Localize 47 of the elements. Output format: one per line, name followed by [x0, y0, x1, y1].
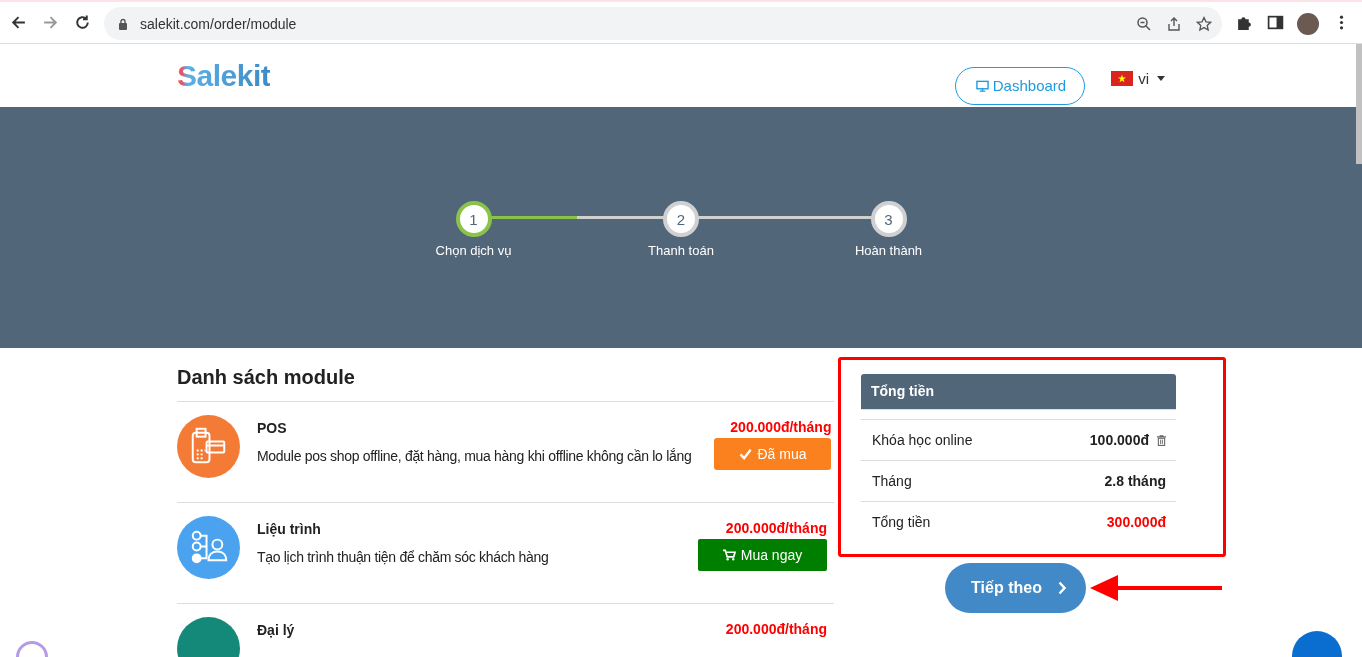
summary-label: Tháng [872, 473, 912, 489]
step-number: 1 [455, 201, 492, 237]
url-text: salekit.com/order/module [140, 15, 297, 32]
check-icon [739, 448, 753, 460]
summary-label: Tổng tiền [872, 514, 931, 530]
purchased-button[interactable]: Đã mua [714, 438, 832, 470]
step-number: 3 [870, 201, 907, 237]
module-price: 200.000đ/tháng [725, 520, 827, 536]
monitor-icon [975, 79, 989, 92]
forward-icon[interactable] [42, 14, 59, 31]
lock-icon [118, 17, 128, 30]
module-price: 200.000đ/tháng [725, 621, 827, 637]
scrollbar[interactable] [1356, 44, 1362, 164]
address-bar[interactable]: salekit.com/order/module [104, 7, 1222, 40]
language-selector[interactable]: vi [1111, 70, 1165, 87]
module-name: Liệu trình [257, 521, 322, 537]
step-label: Chọn dịch vụ [435, 243, 512, 258]
zoom-icon[interactable] [1136, 15, 1152, 32]
step-number: 2 [663, 201, 699, 237]
trash-icon[interactable] [1157, 434, 1166, 446]
summary-value: 300.000đ [1106, 514, 1166, 530]
step-label: Thanh toán [648, 243, 714, 258]
dashboard-button[interactable]: Dashboard [954, 66, 1086, 105]
summary-value: 100.000đ [1089, 432, 1149, 448]
step-label: Hoàn thành [854, 243, 923, 258]
module-description: Module pos shop offline, đặt hàng, mua hàng khi offline không cần lo lắng [257, 448, 692, 464]
chevron-icon [1057, 581, 1066, 595]
share-icon[interactable] [1166, 15, 1182, 32]
back-icon[interactable] [10, 14, 27, 31]
flag-icon [1111, 71, 1134, 86]
puzzle-icon[interactable] [1236, 14, 1253, 31]
summary-label: Khóa học online [872, 432, 973, 448]
next-button[interactable]: Tiếp theo [945, 563, 1086, 613]
sidebar-icon[interactable] [1267, 14, 1284, 31]
module-description: Tạo lịch trình thuận tiện để chăm sóc khách hàng [257, 549, 550, 565]
module-name: POS [257, 420, 288, 436]
caret-icon [1157, 76, 1165, 81]
summary-header: Tổng tiền [861, 374, 1176, 410]
cart-icon [722, 549, 736, 561]
module-name: Đại lý [257, 622, 296, 638]
reload-icon[interactable] [74, 14, 91, 31]
star-icon[interactable] [1196, 15, 1212, 32]
avatar-icon[interactable] [1297, 13, 1319, 35]
section-title: Danh sách module [177, 366, 834, 402]
summary-value: 2.8 tháng [1104, 473, 1166, 489]
module-price: 200.000đ/tháng [730, 419, 832, 435]
buy-now-button[interactable]: Mua ngay [698, 539, 827, 571]
